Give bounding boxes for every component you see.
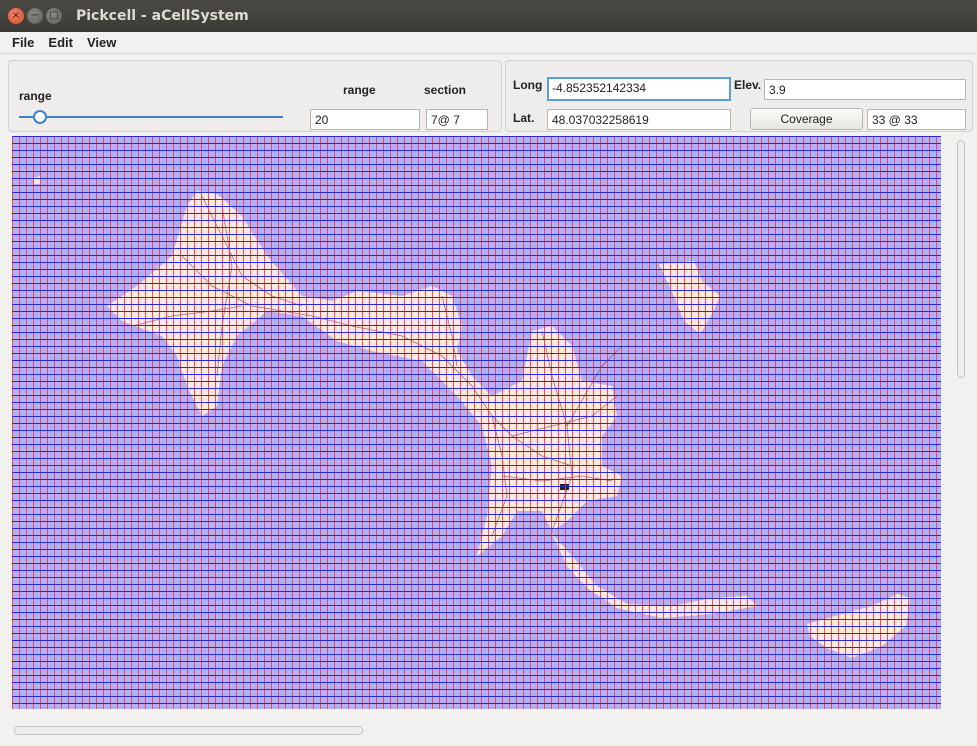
minimize-icon[interactable]: − bbox=[27, 8, 43, 24]
elev-label: Elev. bbox=[734, 78, 762, 92]
horizontal-scrollbar[interactable] bbox=[12, 724, 952, 736]
map-svg bbox=[12, 136, 941, 709]
menu-view[interactable]: View bbox=[83, 35, 120, 50]
location-panel: Long -4.852352142334 Elev. 3.9 Lat. 48.0… bbox=[505, 60, 973, 132]
window-controls: × − □ bbox=[8, 8, 62, 24]
land-small-dot bbox=[34, 176, 41, 184]
lat-label: Lat. bbox=[513, 111, 535, 125]
range-slider-track[interactable] bbox=[19, 116, 283, 118]
maximize-icon[interactable]: □ bbox=[46, 8, 62, 24]
coverage-button[interactable]: Coverage bbox=[750, 108, 863, 130]
range-section-panel: range range 20 section 7@ 7 bbox=[8, 60, 502, 132]
vertical-scrollbar[interactable] bbox=[955, 136, 967, 718]
cell-map-canvas[interactable] bbox=[12, 136, 941, 709]
window-title-bar: × − □ Pickcell - aCellSystem bbox=[0, 0, 977, 32]
elev-input[interactable]: 3.9 bbox=[764, 79, 966, 100]
vertical-scroll-thumb[interactable] bbox=[957, 140, 965, 378]
range-slider-label: range bbox=[19, 89, 52, 103]
close-icon[interactable]: × bbox=[8, 8, 24, 24]
range-slider-handle[interactable] bbox=[33, 110, 48, 124]
range-label: range bbox=[343, 83, 376, 97]
menu-edit[interactable]: Edit bbox=[44, 35, 77, 50]
section-input[interactable]: 7@ 7 bbox=[426, 109, 488, 130]
cell-grid bbox=[12, 136, 941, 709]
coverage-value-input[interactable]: 33 @ 33 bbox=[867, 109, 966, 130]
menu-bar: File Edit View bbox=[0, 32, 977, 54]
long-input[interactable]: -4.852352142334 bbox=[547, 77, 731, 101]
long-label: Long bbox=[513, 78, 543, 92]
window-title: Pickcell - aCellSystem bbox=[76, 8, 249, 24]
section-label: section bbox=[424, 83, 467, 97]
horizontal-scroll-thumb[interactable] bbox=[14, 726, 363, 735]
lat-input[interactable]: 48.037032258619 bbox=[547, 109, 731, 130]
menu-file[interactable]: File bbox=[8, 35, 38, 50]
range-input[interactable]: 20 bbox=[310, 109, 420, 130]
selected-cell-marker bbox=[560, 484, 569, 490]
